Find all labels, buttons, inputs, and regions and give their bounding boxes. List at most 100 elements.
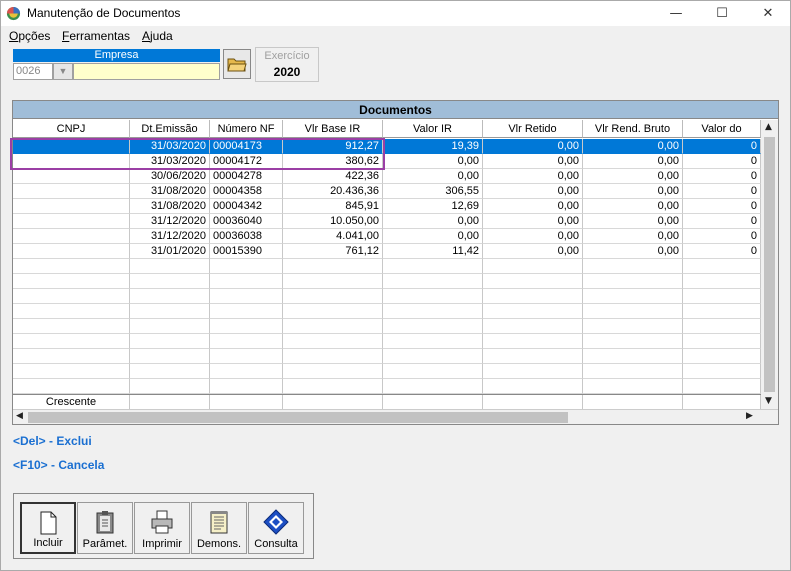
cell-vlr-base-ir: 761,12 [283,244,383,259]
empty-table-row[interactable] [13,319,761,334]
menu-ferramentas[interactable]: Ferramentas [62,29,130,43]
scroll-right-icon[interactable]: ▶ [746,411,753,421]
cell-dt-emissao [130,334,210,349]
col-header-vlr-rend-bruto[interactable]: Vlr Rend. Bruto [583,120,683,138]
cell-vlr-retido [483,259,583,274]
empty-table-row[interactable] [13,289,761,304]
table-row[interactable]: 31/01/2020 00015390 761,12 11,42 0,00 0,00 0 [13,244,761,259]
empty-table-row[interactable] [13,274,761,289]
cell-vlr-rend-bruto [583,274,683,289]
cell-valor-do: 0 [683,184,761,199]
imprimir-button[interactable]: Imprimir [134,502,190,554]
table-row[interactable]: 30/06/2020 00004278 422,36 0,00 0,00 0,00 0 [13,169,761,184]
cell-vlr-base-ir [283,289,383,304]
vertical-scrollbar[interactable]: ▲ ▼ [761,120,778,409]
cell-vlr-retido: 0,00 [483,214,583,229]
empty-table-row[interactable] [13,304,761,319]
incluir-button[interactable]: Incluir [20,502,76,554]
cell-vlr-rend-bruto: 0,00 [583,169,683,184]
open-folder-button[interactable] [223,49,251,79]
cell-vlr-rend-bruto [583,259,683,274]
empty-table-row[interactable] [13,259,761,274]
empty-table-row[interactable] [13,364,761,379]
scroll-down-icon[interactable]: ▼ [765,396,772,406]
col-header-valor-do[interactable]: Valor do [683,120,761,138]
cell-vlr-base-ir [283,379,383,394]
grid-footer-row: Crescente [13,394,761,410]
footer-cell [683,395,761,410]
cell-dt-emissao [130,319,210,334]
footer-cell [583,395,683,410]
scroll-up-icon[interactable]: ▲ [765,122,772,132]
cell-vlr-rend-bruto [583,304,683,319]
table-row[interactable]: 31/08/2020 00004342 845,91 12,69 0,00 0,00 0 [13,199,761,214]
cell-vlr-base-ir [283,334,383,349]
cell-numero-nf [210,334,283,349]
cell-numero-nf [210,319,283,334]
col-header-cnpj[interactable]: CNPJ [13,120,130,138]
cell-valor-ir: 11,42 [383,244,483,259]
cell-cnpj [13,259,130,274]
cell-valor-ir: 12,69 [383,199,483,214]
cell-cnpj [13,379,130,394]
demonstrativo-button[interactable]: Demons. [191,502,247,554]
cell-dt-emissao: 31/08/2020 [130,199,210,214]
cell-dt-emissao: 31/08/2020 [130,184,210,199]
col-header-vlr-base-ir[interactable]: Vlr Base IR [283,120,383,138]
empresa-code-field[interactable]: 0026 [13,63,53,80]
cell-vlr-retido [483,304,583,319]
scroll-left-icon[interactable]: ◀ [16,411,23,421]
incluir-label: Incluir [33,537,63,549]
cell-dt-emissao: 31/01/2020 [130,244,210,259]
empty-table-row[interactable] [13,334,761,349]
col-header-valor-ir[interactable]: Valor IR [383,120,483,138]
menu-ajuda[interactable]: Ajuda [142,29,173,43]
vertical-scroll-thumb[interactable] [764,137,775,392]
consulta-button[interactable]: Consulta [248,502,304,554]
cell-valor-ir [383,379,483,394]
parametros-button[interactable]: Parâmet. [77,502,133,554]
empresa-lookup-button[interactable]: ▼ [53,63,73,80]
maximize-button[interactable]: ☐ [699,1,745,26]
menu-opcoes[interactable]: Opções [9,29,50,43]
cell-vlr-rend-bruto: 0,00 [583,229,683,244]
footer-cell [383,395,483,410]
menu-opcoes-mnemonic: O [9,29,19,43]
empty-table-row[interactable] [13,349,761,364]
cell-dt-emissao [130,274,210,289]
printer-icon [151,510,173,534]
close-button[interactable]: ✕ [745,1,791,26]
main-window: Manutenção de Documentos — ☐ ✕ Opções Fe… [0,0,791,571]
folder-icon [227,58,247,72]
col-header-numero-nf[interactable]: Número NF [210,120,283,138]
cell-numero-nf [210,274,283,289]
cell-vlr-base-ir [283,319,383,334]
menu-opcoes-rest: pções [18,29,51,43]
cell-valor-ir: 0,00 [383,154,483,169]
cell-cnpj [13,274,130,289]
exercicio-label: Exercício [264,50,310,62]
table-row[interactable]: 31/08/2020 00004358 20.436,36 306,55 0,00 0,0… [13,184,761,199]
empresa-name-field[interactable] [73,63,220,80]
cell-valor-do [683,304,761,319]
col-header-vlr-retido[interactable]: Vlr Retido [483,120,583,138]
imprimir-label: Imprimir [142,538,182,550]
notepad-icon [210,511,228,534]
cell-valor-do [683,334,761,349]
minimize-button[interactable]: — [653,1,699,26]
empty-table-row[interactable] [13,379,761,394]
cell-numero-nf [210,289,283,304]
cell-valor-do: 0 [683,199,761,214]
footer-cell [130,395,210,410]
horizontal-scroll-thumb[interactable] [28,412,568,423]
col-header-dt-emissao[interactable]: Dt.Emissão [130,120,210,138]
horizontal-scrollbar[interactable]: ◀ ▶ [13,409,778,424]
action-toolbar: Incluir Parâmet. Imprimir Demons. Consul… [13,493,314,559]
table-row[interactable]: 31/12/2020 00036040 10.050,00 0,00 0,00 0,00 0 [13,214,761,229]
table-row[interactable]: 31/12/2020 00036038 4.041,00 0,00 0,00 0,00 0 [13,229,761,244]
cell-vlr-rend-bruto [583,289,683,304]
cell-vlr-rend-bruto [583,379,683,394]
cell-numero-nf: 00015390 [210,244,283,259]
cell-vlr-rend-bruto: 0,00 [583,154,683,169]
cell-cnpj [13,349,130,364]
